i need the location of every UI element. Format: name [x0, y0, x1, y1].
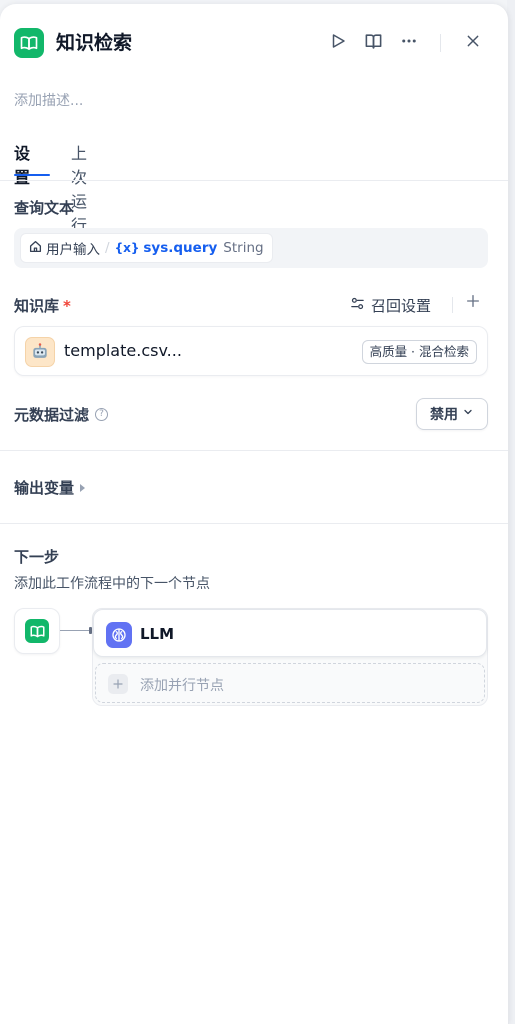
run-node-button[interactable] — [327, 32, 349, 54]
variable-source: 用户输入 — [46, 242, 100, 258]
retrieval-mode-badge: 高质量 · 混合检索 — [361, 340, 477, 364]
variable-separator: / — [105, 240, 110, 256]
book-icon — [14, 28, 44, 58]
brain-icon — [106, 622, 132, 648]
next-nodes-container: LLM 添加并行节点 — [92, 608, 488, 706]
output-variables-label: 输出变量 — [14, 479, 75, 497]
required-mark: * — [63, 297, 71, 315]
metadata-filter-select[interactable]: 禁用 — [416, 398, 488, 430]
kb-actions-divider — [452, 297, 453, 313]
header-divider — [440, 34, 441, 52]
query-variable-chip[interactable]: 用户输入 / {x} sys.query String — [20, 233, 273, 263]
recall-settings-button[interactable]: 召回设置 — [350, 294, 431, 316]
knowledge-item[interactable]: template.csv... 高质量 · 混合检索 — [14, 326, 488, 376]
section-divider — [0, 523, 508, 524]
more-options-button[interactable] — [398, 32, 420, 54]
description-input[interactable]: 添加描述... — [14, 90, 83, 110]
panel-header: 知识检索 — [14, 28, 494, 60]
query-text-label: 查询文本 — [14, 199, 75, 217]
node-settings-panel: 知识检索 添加描述... 设置 上次运行 查询文本 用户输入 / {x} sys… — [0, 4, 509, 1024]
next-step-description: 添加此工作流程中的下一个节点 — [14, 576, 210, 592]
section-divider — [0, 450, 508, 451]
help-docs-button[interactable] — [362, 32, 384, 54]
query-variable-field[interactable]: 用户输入 / {x} sys.query String — [14, 228, 488, 268]
tabs-divider — [0, 180, 508, 181]
add-parallel-node-button[interactable]: 添加并行节点 — [95, 663, 485, 703]
node-title[interactable]: 知识检索 — [56, 30, 132, 56]
active-tab-indicator — [14, 174, 50, 176]
book-icon — [25, 619, 49, 643]
plus-icon — [108, 674, 128, 694]
tab-settings[interactable]: 设置 — [14, 142, 30, 190]
close-icon — [465, 33, 481, 53]
chevron-down-icon — [462, 406, 474, 422]
tab-last-run[interactable]: 上次运行 — [71, 142, 87, 238]
sliders-icon — [350, 296, 365, 315]
add-knowledge-button[interactable] — [462, 292, 484, 314]
knowledge-name: template.csv... — [64, 341, 182, 360]
play-icon — [329, 32, 347, 54]
home-icon — [29, 240, 42, 257]
output-variables-toggle[interactable]: 输出变量 — [14, 477, 86, 498]
metadata-filter-label: 元数据过滤 ? — [14, 404, 109, 425]
variable-type: String — [223, 240, 264, 256]
recall-settings-label: 召回设置 — [371, 296, 432, 315]
current-node — [14, 608, 60, 654]
open-book-icon — [364, 32, 383, 55]
node-connector — [60, 630, 92, 631]
plus-icon — [465, 292, 481, 314]
robot-icon — [25, 337, 55, 367]
help-icon[interactable]: ? — [95, 408, 109, 421]
more-horizontal-icon — [400, 32, 418, 54]
variable-name: sys.query — [143, 240, 218, 256]
metadata-filter-value: 禁用 — [430, 407, 458, 423]
knowledge-base-label: 知识库 * — [14, 295, 71, 316]
next-node-name: LLM — [140, 625, 175, 643]
next-step-title: 下一步 — [14, 548, 60, 566]
caret-right-icon — [80, 483, 86, 492]
variable-icon: {x} — [114, 241, 140, 255]
add-parallel-node-label: 添加并行节点 — [140, 678, 224, 694]
metadata-filter-text: 元数据过滤 — [14, 406, 90, 424]
close-panel-button[interactable] — [462, 32, 484, 54]
next-node-llm[interactable]: LLM — [93, 609, 487, 657]
knowledge-base-label-text: 知识库 — [14, 297, 60, 315]
